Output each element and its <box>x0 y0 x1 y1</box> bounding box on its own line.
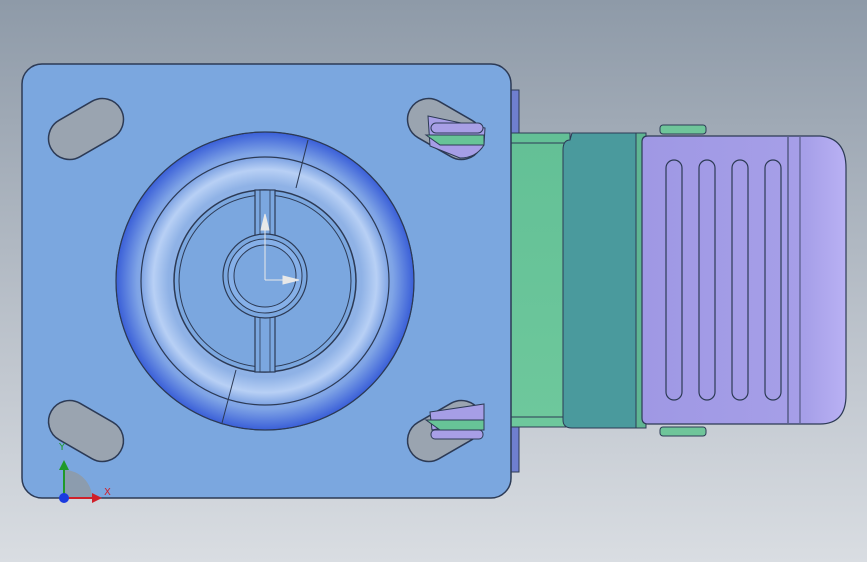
brake-pedal[interactable] <box>641 135 847 425</box>
axis-y-label: Y <box>59 442 66 453</box>
cad-viewport[interactable]: X Y <box>0 0 867 562</box>
axis-x-label: X <box>104 487 111 498</box>
caster-model[interactable] <box>0 0 867 562</box>
